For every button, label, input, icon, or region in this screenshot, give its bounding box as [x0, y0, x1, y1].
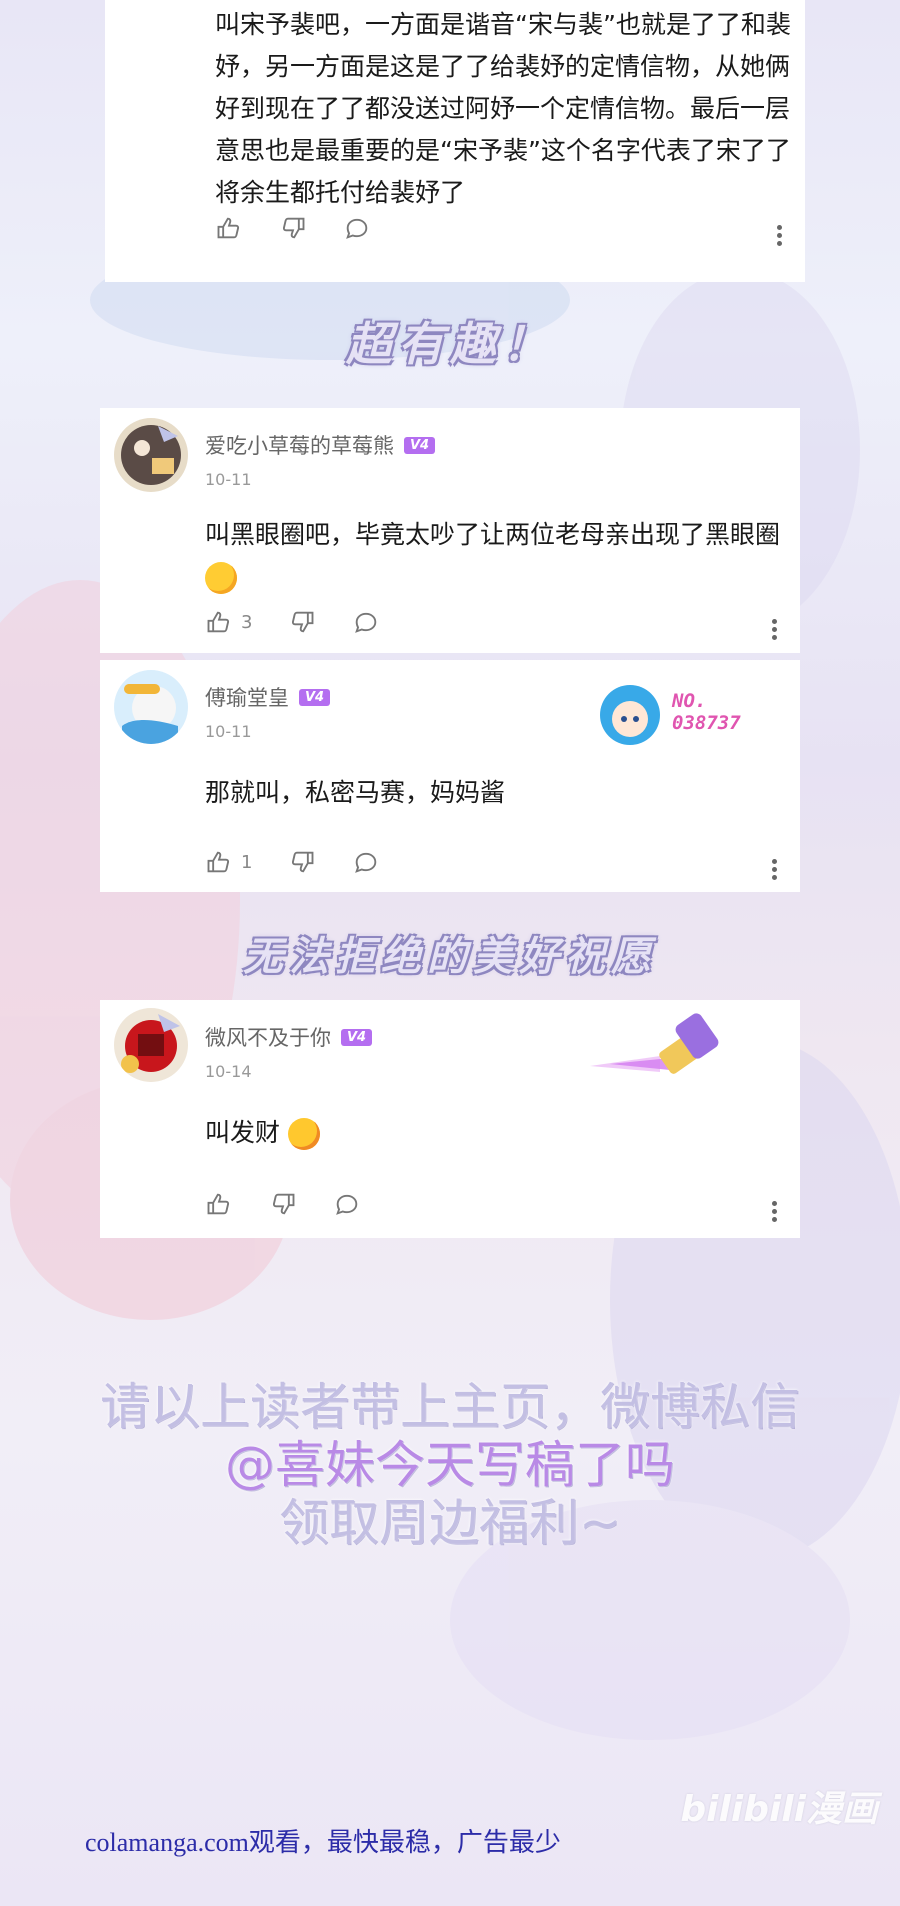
- section-banner: 超有趣！: [346, 317, 554, 371]
- more-vertical-icon: [777, 225, 782, 230]
- comment-text: 那就叫，私密马赛，妈妈酱: [205, 778, 506, 807]
- dislike-button[interactable]: [269, 1190, 297, 1218]
- more-vertical-icon: [772, 1201, 777, 1206]
- promo-weibo-handle: @喜妹今天写稿了吗: [225, 1436, 675, 1494]
- comment-date: 10-11: [205, 470, 252, 489]
- thumbs-down-icon: [292, 851, 314, 873]
- more-vertical-icon: [772, 859, 777, 864]
- avatar[interactable]: [114, 670, 188, 744]
- promo-text: 请以上读者带上主页，微博私信 @喜妹今天写稿了吗 领取周边福利~: [0, 1378, 900, 1552]
- bilibili-watermark: bilibili漫画: [680, 1789, 878, 1830]
- comment-actions: [215, 214, 371, 242]
- reply-button[interactable]: [352, 608, 380, 636]
- promo-line: 领取周边福利~: [279, 1494, 621, 1552]
- comment-date: 10-11: [205, 722, 252, 741]
- comment-text: 叫黑眼圈吧，毕竟太吵了让两位老母亲出现了黑眼圈: [205, 514, 785, 598]
- footer-text[interactable]: colamanga.com观看，最快最稳，广告最少: [85, 1822, 561, 1859]
- paint-brush-decoration-icon: [590, 1013, 719, 1074]
- more-options-button[interactable]: [777, 222, 783, 249]
- character-avatar-icon: [600, 685, 660, 745]
- fan-number: NO. 038737: [672, 690, 741, 734]
- thumbs-up-icon: [207, 1193, 230, 1215]
- reply-button[interactable]: [343, 214, 371, 242]
- vip-level-badge: V4: [404, 436, 436, 454]
- more-options-button[interactable]: [772, 856, 778, 883]
- username[interactable]: 傅瑜堂皇 V4: [205, 682, 331, 712]
- like-button[interactable]: 3: [205, 608, 252, 636]
- thumbs-up-icon: [207, 851, 230, 873]
- username[interactable]: 爱吃小草莓的草莓熊 V4: [205, 430, 436, 460]
- comment-card: 叫宋予裴吧，一方面是谐音“宋与裴”也就是了了和裴妤，另一方面是这是了了给裴妤的定…: [105, 0, 805, 282]
- comment-bubble-icon: [346, 218, 368, 239]
- like-count: 1: [241, 851, 253, 873]
- comment-text: 叫宋予裴吧，一方面是谐音“宋与裴”也就是了了和裴妤，另一方面是这是了了给裴妤的定…: [215, 10, 791, 207]
- money-emoji-icon: [287, 1118, 320, 1150]
- more-options-button[interactable]: [772, 1198, 778, 1225]
- comment-bubble-icon: [355, 852, 377, 873]
- avatar[interactable]: [114, 1008, 188, 1082]
- avatar[interactable]: [114, 418, 188, 492]
- comment-date: 10-14: [205, 1062, 252, 1081]
- thumbs-down-icon: [292, 611, 314, 633]
- laughing-emoji-icon: [205, 562, 237, 594]
- vip-level-badge: V4: [341, 1028, 373, 1046]
- more-options-button[interactable]: [772, 616, 778, 643]
- comment-bubble-icon: [336, 1194, 358, 1215]
- comment-actions: 3: [205, 608, 380, 636]
- dislike-button[interactable]: [279, 214, 307, 242]
- dislike-button[interactable]: [288, 608, 316, 636]
- comment-actions: [205, 1190, 361, 1218]
- like-button[interactable]: [205, 1190, 233, 1218]
- comment-bubble-icon: [355, 612, 377, 633]
- more-vertical-icon: [772, 619, 777, 624]
- promo-line: 请以上读者带上主页，微博私信: [100, 1378, 800, 1436]
- username[interactable]: 微风不及于你 V4: [205, 1022, 373, 1052]
- like-button[interactable]: [215, 214, 243, 242]
- comment-actions: 1: [205, 848, 380, 876]
- comment-card: 傅瑜堂皇 V4 10-11 NO. 038737 那就叫，私密马赛，妈妈酱 1: [100, 660, 800, 892]
- thumbs-up-icon: [207, 611, 230, 633]
- like-button[interactable]: 1: [205, 848, 252, 876]
- vip-level-badge: V4: [299, 688, 331, 706]
- thumbs-up-icon: [217, 217, 240, 239]
- comment-text: 叫发财: [205, 1112, 785, 1154]
- thumbs-down-icon: [282, 217, 305, 239]
- fan-number-badge: NO. 038737: [590, 668, 780, 758]
- reply-button[interactable]: [333, 1190, 361, 1218]
- thumbs-down-icon: [272, 1193, 295, 1215]
- dislike-button[interactable]: [288, 848, 316, 876]
- like-count: 3: [241, 611, 253, 633]
- comment-card: 爱吃小草莓的草莓熊 V4 10-11 叫黑眼圈吧，毕竟太吵了让两位老母亲出现了黑…: [100, 408, 800, 653]
- comment-card: 微风不及于你 V4 10-14 叫发财: [100, 1000, 800, 1238]
- section-banner: 无法拒绝的美好祝愿: [243, 933, 657, 980]
- reply-button[interactable]: [352, 848, 380, 876]
